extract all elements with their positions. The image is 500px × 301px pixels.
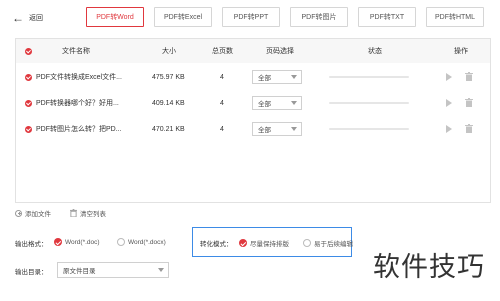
progress-bar [329, 128, 409, 130]
trash-icon [70, 209, 77, 217]
play-icon[interactable] [446, 99, 452, 107]
page-select-value: 全部 [258, 75, 271, 82]
mode-option-keep-layout[interactable]: 尽量保持排版 [239, 238, 289, 248]
header-status: 状态 [368, 48, 382, 55]
clear-list-button[interactable]: 清空列表 [70, 208, 106, 218]
file-table: 文件名称 大小 总页数 页码选择 状态 操作 PDF文件转换成Excel文件..… [15, 38, 491, 203]
header-size: 大小 [162, 48, 176, 55]
file-name: PDF转图片怎么转？把PD... [36, 126, 122, 133]
file-name: PDF文件转换成Excel文件... [36, 74, 122, 81]
format-option-docx[interactable]: Word(*.docx) [117, 238, 166, 246]
tab-pdf-to-image[interactable]: PDF转图片 [290, 7, 348, 27]
progress-bar [329, 76, 409, 78]
trash-icon[interactable] [465, 98, 473, 107]
tab-pdf-to-ppt[interactable]: PDF转PPT [222, 7, 280, 27]
radio-selected [239, 239, 247, 247]
select-all-checkbox[interactable] [25, 47, 32, 55]
row-checkbox[interactable] [25, 99, 32, 107]
page-select-value: 全部 [258, 127, 271, 134]
format-option-doc[interactable]: Word(*.doc) [54, 238, 100, 246]
page-select-dropdown[interactable]: 全部 [252, 122, 302, 136]
row-checkbox[interactable] [25, 73, 32, 81]
tab-pdf-to-excel[interactable]: PDF转Excel [154, 7, 212, 27]
format-option-label: Word(*.doc) [65, 238, 100, 246]
add-file-label: 添加文件 [25, 211, 51, 218]
page-count: 4 [220, 99, 224, 107]
output-dir-value: 原文件目录 [63, 268, 96, 275]
trash-icon[interactable] [465, 124, 473, 133]
play-icon[interactable] [446, 73, 452, 81]
table-header: 文件名称 大小 总页数 页码选择 状态 操作 [16, 39, 490, 63]
output-dir-label: 输出目录： [15, 269, 48, 276]
radio-unselected [117, 238, 125, 246]
file-size: 475.97 KB [152, 73, 185, 81]
file-size: 470.21 KB [152, 125, 185, 133]
clear-list-label: 清空列表 [80, 211, 106, 218]
chevron-down-icon [291, 127, 297, 131]
mode-option-label: 尽量保持排版 [250, 241, 289, 248]
table-row: PDF转图片怎么转？把PD... 470.21 KB 4 全部 [16, 116, 490, 142]
add-icon [15, 209, 22, 217]
output-format-label: 输出格式： [15, 241, 48, 248]
page-count: 4 [220, 125, 224, 133]
file-name: PDF转换器哪个好？好用... [36, 100, 119, 107]
watermark: 软件技巧 [358, 228, 500, 301]
convert-mode-label: 转化模式： [200, 241, 233, 248]
back-label: 返回 [29, 15, 43, 22]
row-checkbox[interactable] [25, 125, 32, 133]
progress-bar [329, 102, 409, 104]
table-row: PDF转换器哪个好？好用... 409.14 KB 4 全部 [16, 90, 490, 116]
header-page-select: 页码选择 [266, 48, 294, 55]
tab-pdf-to-txt[interactable]: PDF转TXT [358, 7, 416, 27]
header-pages: 总页数 [212, 48, 233, 55]
page-select-dropdown[interactable]: 全部 [252, 70, 302, 84]
page-select-dropdown[interactable]: 全部 [252, 96, 302, 110]
radio-selected [54, 238, 62, 246]
mode-option-easy-edit[interactable]: 易于后续编辑 [303, 238, 353, 248]
tab-pdf-to-word[interactable]: PDF转Word [86, 7, 144, 27]
chevron-down-icon [158, 268, 164, 272]
page-count: 4 [220, 73, 224, 81]
tab-pdf-to-html[interactable]: PDF转HTML [426, 7, 484, 27]
file-size: 409.14 KB [152, 99, 185, 107]
add-file-button[interactable]: 添加文件 [15, 208, 51, 218]
trash-icon[interactable] [465, 72, 473, 81]
output-dir-dropdown[interactable]: 原文件目录 [57, 262, 169, 278]
table-row: PDF文件转换成Excel文件... 475.97 KB 4 全部 [16, 64, 490, 90]
radio-unselected [303, 239, 311, 247]
header-actions: 操作 [454, 48, 468, 55]
play-icon[interactable] [446, 125, 452, 133]
chevron-down-icon [291, 101, 297, 105]
chevron-down-icon [291, 75, 297, 79]
header-file-name: 文件名称 [62, 48, 90, 55]
back-button[interactable]: ← 返回 [12, 9, 43, 27]
format-option-label: Word(*.docx) [128, 238, 166, 246]
mode-option-label: 易于后续编辑 [314, 241, 353, 248]
arrow-left-icon: ← [12, 11, 24, 25]
page-select-value: 全部 [258, 101, 271, 108]
